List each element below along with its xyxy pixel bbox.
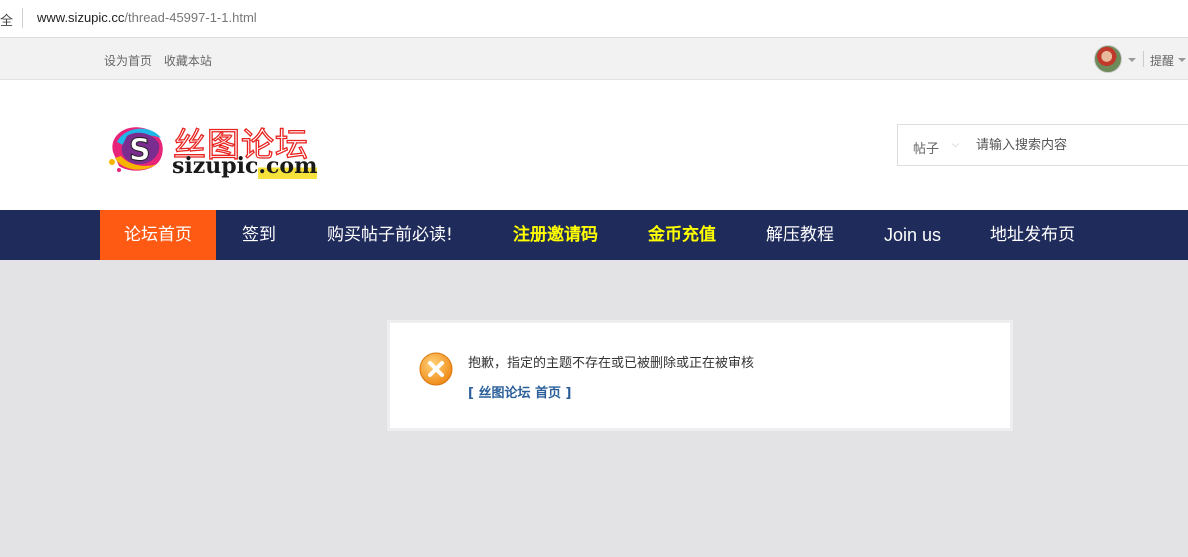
security-indicator[interactable]: 全 <box>0 10 13 29</box>
search-divider <box>966 137 967 155</box>
set-homepage-link[interactable]: 设为首页 <box>104 54 152 68</box>
site-toolbar: 设为首页 收藏本站 提醒 <box>0 38 1188 80</box>
logo-domain-tld: .com <box>258 153 318 179</box>
logo-domain: sizupic.com <box>172 153 318 179</box>
search-box: 帖子 ⌵ <box>897 124 1188 166</box>
nav-item-checkin[interactable]: 签到 <box>242 210 276 260</box>
error-message-text: 抱歉，指定的主题不存在或已被删除或正在被审核 <box>468 356 755 371</box>
forum-home-link[interactable]: [ 丝图论坛 首页 ] <box>468 382 571 401</box>
url-host: www.sizupic.cc <box>37 10 125 25</box>
search-input[interactable] <box>976 133 1186 157</box>
main-nav: 论坛首页 签到 购买帖子前必读! 注册邀请码 金币充值 解压教程 Join us… <box>0 210 1188 260</box>
nav-item-purchase-notice[interactable]: 购买帖子前必读! <box>327 210 453 260</box>
remind-menu[interactable]: 提醒 <box>1150 52 1174 69</box>
nav-item-unzip-tutorial[interactable]: 解压教程 <box>766 210 834 260</box>
toolbar-links: 设为首页 收藏本站 <box>104 52 220 69</box>
url-field[interactable]: www.sizupic.cc/thread-45997-1-1.html <box>37 10 257 25</box>
user-avatar[interactable] <box>1094 45 1122 73</box>
toolbar-divider <box>1143 51 1144 67</box>
address-divider <box>22 8 23 28</box>
url-path: /thread-45997-1-1.html <box>124 10 257 25</box>
nav-item-forum-home[interactable]: 论坛首页 <box>100 210 216 260</box>
nav-item-invite-code[interactable]: 注册邀请码 <box>513 210 598 260</box>
chevron-down-icon[interactable]: ⌵ <box>952 140 959 150</box>
error-message-box: 抱歉，指定的主题不存在或已被删除或正在被审核 [ 丝图论坛 首页 ] <box>387 320 1013 431</box>
site-logo[interactable]: S 丝图论坛 sizupic.com <box>107 120 327 180</box>
nav-item-address-page[interactable]: 地址发布页 <box>990 210 1075 260</box>
error-icon <box>419 352 453 386</box>
browser-address-bar[interactable]: 全 www.sizupic.cc/thread-45997-1-1.html <box>0 0 1188 38</box>
nav-item-join-us[interactable]: Join us <box>884 210 941 260</box>
site-header: S 丝图论坛 sizupic.com 帖子 ⌵ <box>0 80 1188 210</box>
search-type-select[interactable]: 帖子 <box>913 138 939 157</box>
logo-s-icon: S <box>109 127 163 172</box>
user-menu-caret-icon[interactable] <box>1128 58 1136 62</box>
svg-text:S: S <box>129 133 151 168</box>
remind-caret-icon[interactable] <box>1178 58 1186 62</box>
nav-item-coin-recharge[interactable]: 金币充值 <box>648 210 716 260</box>
logo-domain-name: sizupic <box>172 153 259 179</box>
bookmark-site-link[interactable]: 收藏本站 <box>164 54 212 68</box>
